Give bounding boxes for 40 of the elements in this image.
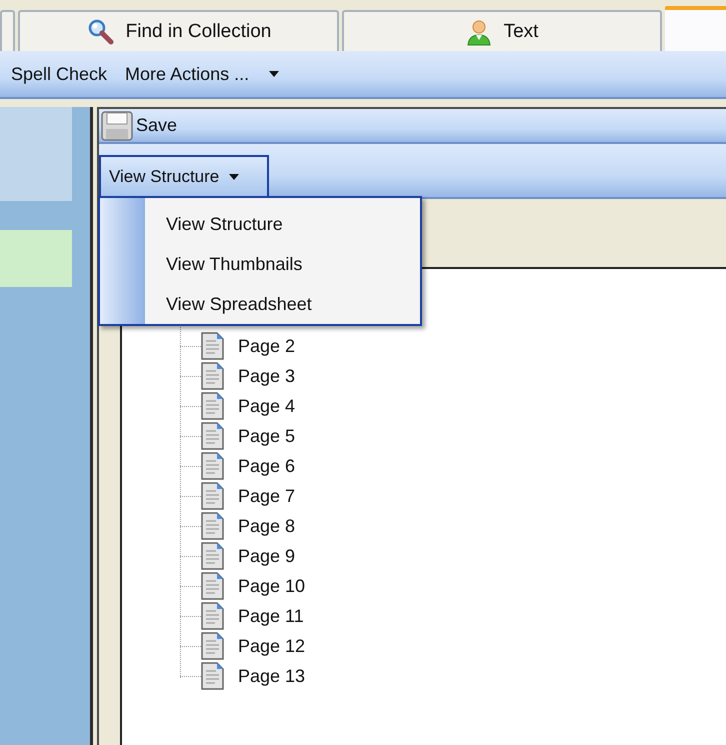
tree-item[interactable]: Page 11	[238, 606, 304, 626]
page-icon	[201, 422, 224, 450]
tree-item[interactable]: Page 2	[238, 336, 296, 356]
page-icon	[201, 572, 224, 600]
page-icon	[201, 512, 224, 540]
tree-item[interactable]: Page 12	[238, 636, 306, 656]
page-icon	[201, 632, 224, 660]
person-icon	[466, 18, 492, 46]
caret-icon	[229, 174, 240, 180]
tab[interactable]: Text	[342, 10, 662, 51]
page-icon	[201, 362, 224, 390]
tab[interactable]	[0, 10, 15, 51]
tab[interactable]: Find in Collection	[18, 10, 339, 51]
side-panel[interactable]	[0, 107, 72, 201]
page-icon	[201, 602, 224, 630]
caret-icon	[269, 71, 280, 77]
tree-item[interactable]: Page 6	[238, 456, 296, 476]
page-icon	[201, 662, 224, 690]
tree-item[interactable]: Page 10	[238, 576, 306, 596]
page-icon	[201, 452, 224, 480]
save-button[interactable]: Save	[99, 110, 180, 140]
tab[interactable]	[665, 6, 726, 51]
tree-item[interactable]: Page 3	[238, 366, 296, 386]
menu-item[interactable]: View Thumbnails	[164, 244, 314, 284]
tree-item[interactable]: Page 8	[238, 516, 296, 536]
toolbar-button[interactable]: Spell Check	[9, 64, 110, 84]
tree-item[interactable]: Page 7	[238, 486, 296, 506]
page-icon	[201, 392, 224, 420]
tree-item[interactable]: Page 4	[238, 396, 296, 416]
more-actions-menu[interactable]: More Actions ...	[123, 64, 282, 84]
page-icon	[201, 482, 224, 510]
tree-item[interactable]: Page 13	[238, 666, 306, 686]
side-panel[interactable]	[0, 230, 72, 287]
menu-item[interactable]: View Structure	[164, 204, 314, 244]
tree-item[interactable]: Page 9	[238, 546, 296, 566]
page-icon	[201, 542, 224, 570]
page-icon	[201, 332, 224, 360]
view-dropdown[interactable]: View Structure	[99, 155, 269, 197]
tree-item[interactable]: Page 5	[238, 426, 296, 446]
menu-item[interactable]: View Spreadsheet	[164, 284, 314, 324]
